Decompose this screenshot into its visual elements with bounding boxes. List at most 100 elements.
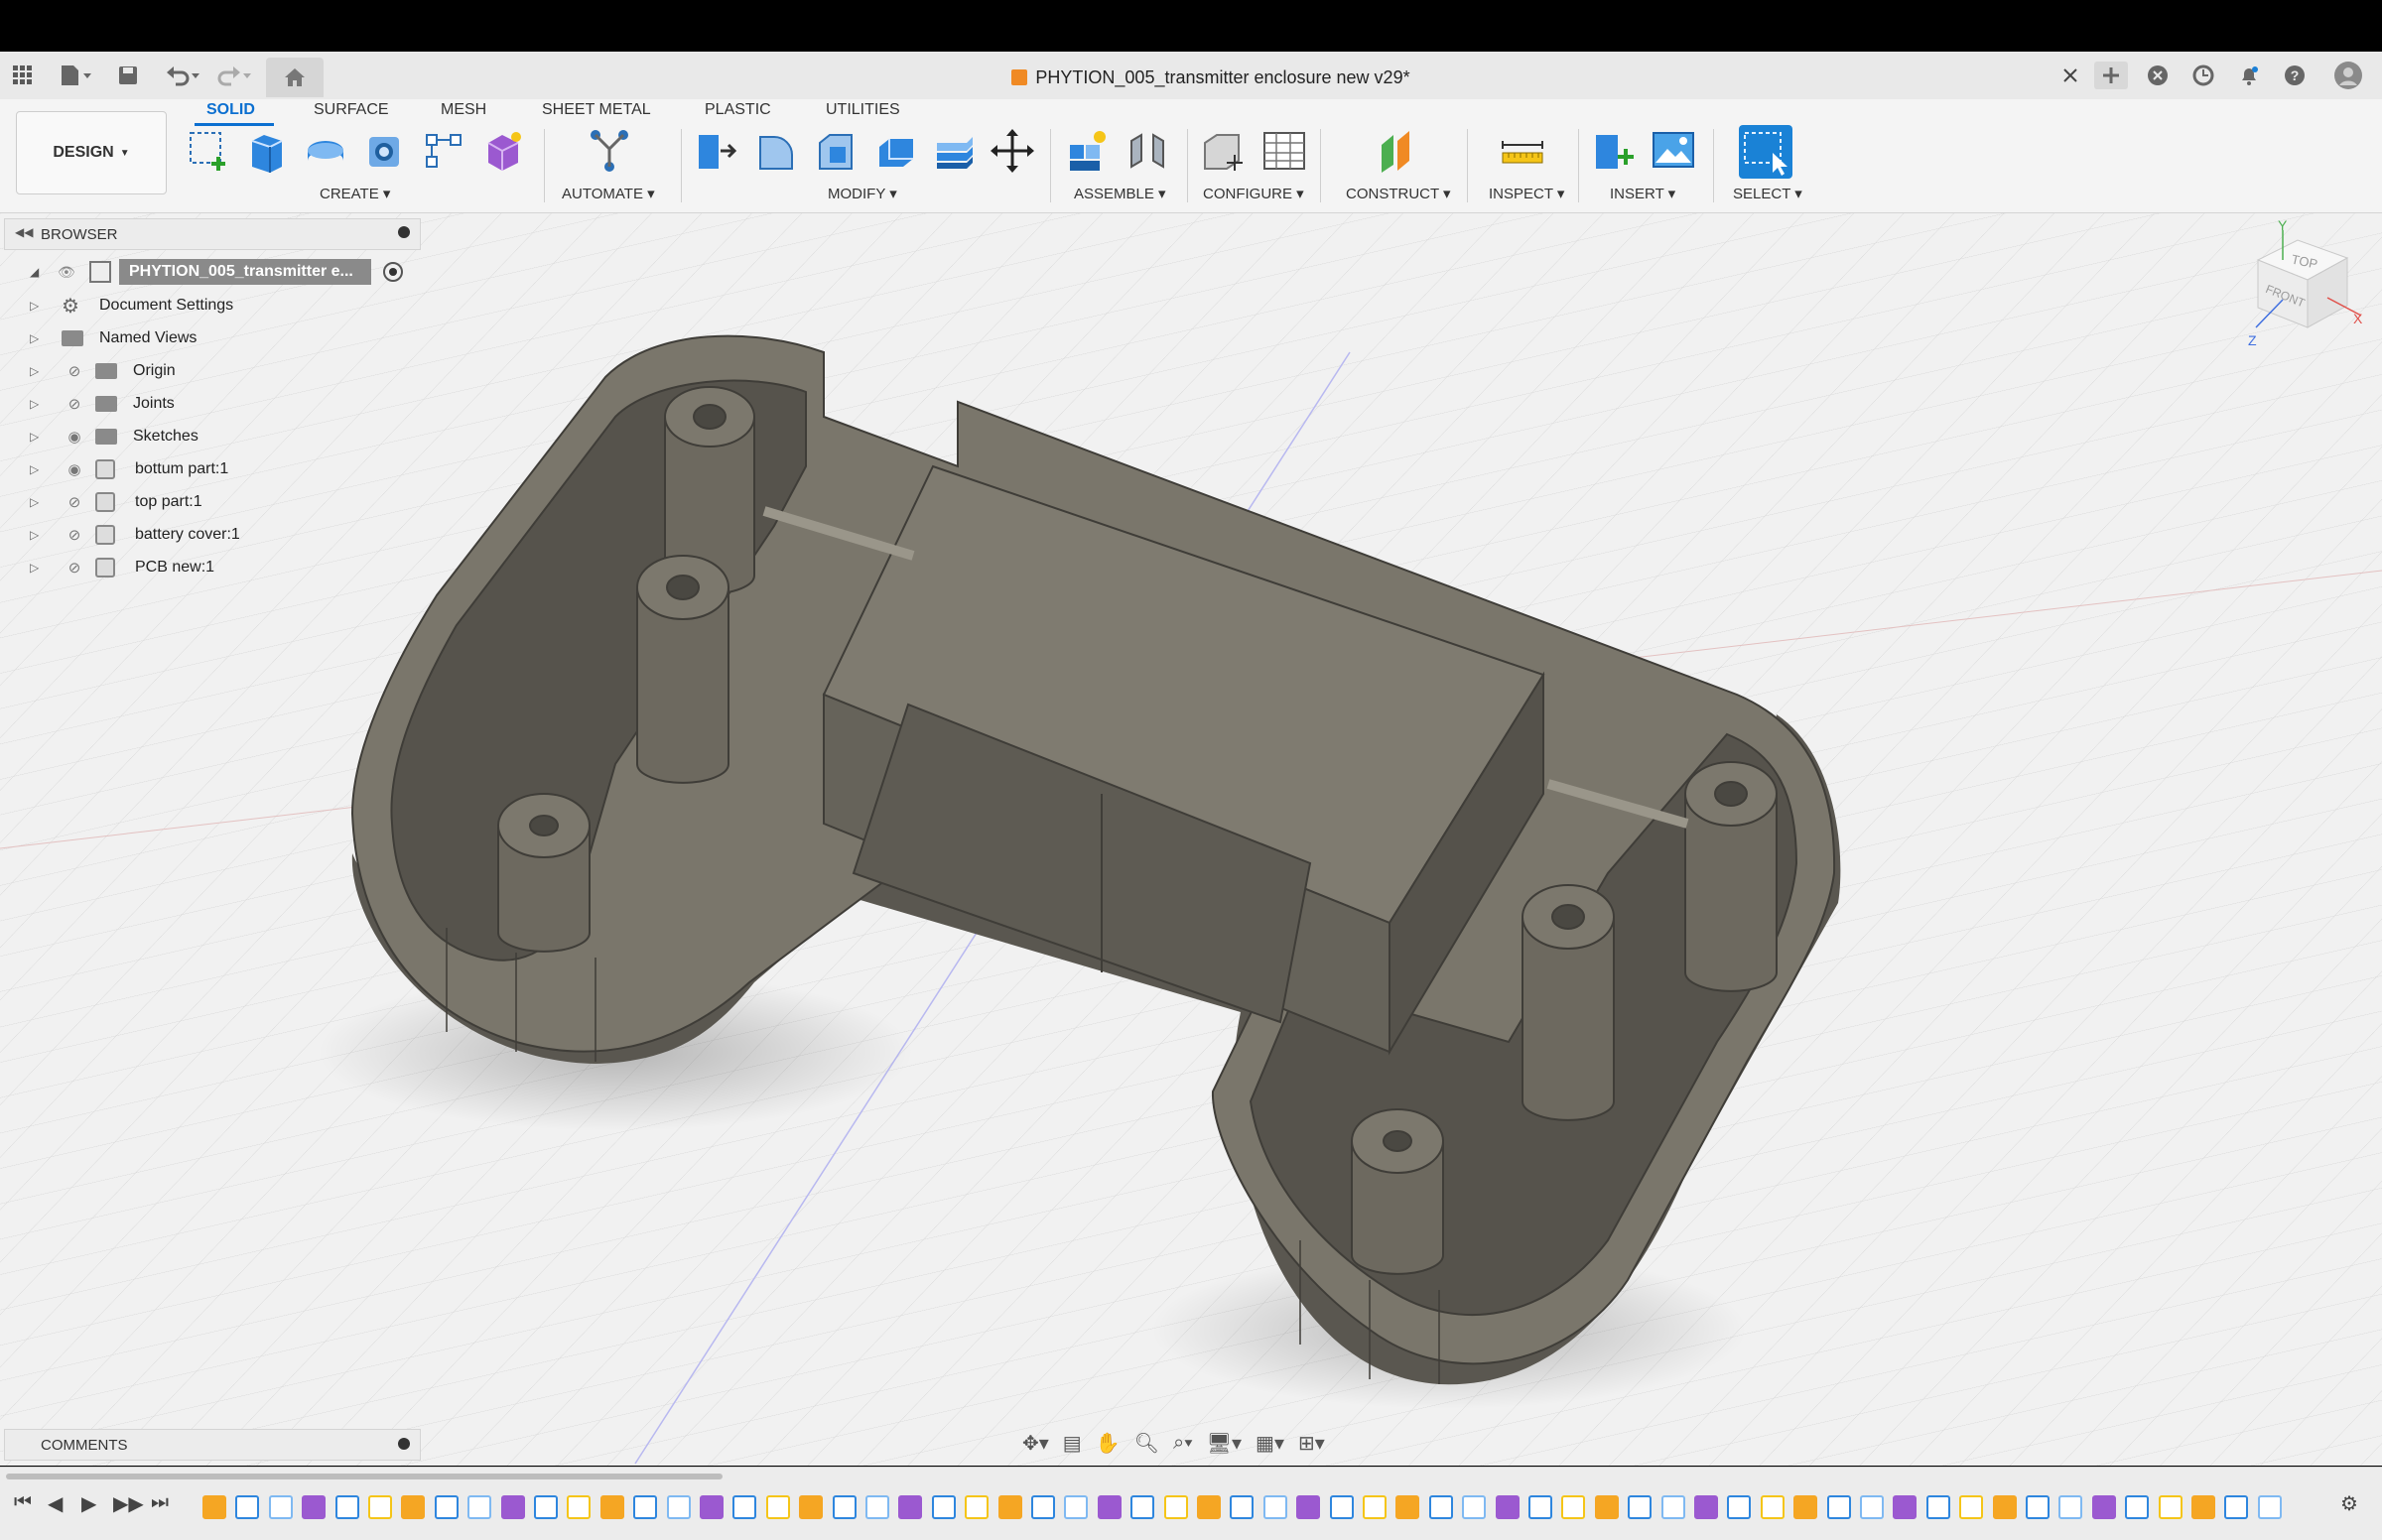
eye-icon[interactable]: ◉ xyxy=(62,460,87,478)
viewcube[interactable]: TOP FRONT Y X Z xyxy=(2238,220,2367,369)
activate-radio-icon[interactable] xyxy=(383,262,403,282)
add-comment-icon[interactable] xyxy=(398,1438,410,1450)
notifications-icon[interactable] xyxy=(2235,62,2263,89)
combine-icon[interactable] xyxy=(933,127,977,175)
shell-body-icon[interactable] xyxy=(873,127,917,175)
shell-icon[interactable] xyxy=(363,127,407,175)
group-automate[interactable]: AUTOMATE ▾ xyxy=(562,185,655,202)
create-form-icon[interactable] xyxy=(482,127,526,175)
group-modify[interactable]: MODIFY ▾ xyxy=(828,185,897,202)
pin-panel-icon[interactable] xyxy=(398,226,410,238)
timeline-feature-icon[interactable] xyxy=(368,1495,392,1519)
move-copy-icon[interactable] xyxy=(991,127,1034,175)
timeline-feature-icon[interactable] xyxy=(2224,1495,2249,1519)
canvas-viewport[interactable]: TOP FRONT Y X Z xyxy=(0,213,2382,1466)
timeline-feature-icon[interactable] xyxy=(2191,1495,2215,1519)
timeline-feature-icon[interactable] xyxy=(1363,1495,1387,1519)
browser-root-item[interactable]: ◢ 👁 PHYTION_005_transmitter e... xyxy=(30,257,403,287)
avatar-icon[interactable] xyxy=(2332,62,2364,89)
timeline-feature-icon[interactable] xyxy=(2158,1495,2183,1519)
timeline-feature-icon[interactable] xyxy=(1760,1495,1785,1519)
browser-item-joints[interactable]: ▷ ⊘ Joints xyxy=(30,389,175,419)
caret-right-icon[interactable]: ▷ xyxy=(30,561,44,575)
insert-derive-icon[interactable] xyxy=(1592,127,1636,175)
tab-solid[interactable]: SOLID xyxy=(206,101,255,119)
save-icon[interactable] xyxy=(115,62,141,89)
timeline-feature-icon[interactable] xyxy=(1395,1495,1420,1519)
timeline-feature-icon[interactable] xyxy=(434,1495,459,1519)
timeline-feature-icon[interactable] xyxy=(2026,1495,2050,1519)
timeline-feature-icon[interactable] xyxy=(1793,1495,1818,1519)
browser-item-battery-cover[interactable]: ▷ ⊘ battery cover:1 xyxy=(30,520,240,550)
timeline-feature-icon[interactable] xyxy=(997,1495,1022,1519)
undo-icon[interactable] xyxy=(163,62,202,89)
group-select[interactable]: SELECT ▾ xyxy=(1733,185,1802,202)
step-forward-icon[interactable]: ▶▶ xyxy=(113,1491,144,1516)
caret-right-icon[interactable]: ▷ xyxy=(30,364,44,378)
caret-right-icon[interactable]: ▷ xyxy=(30,495,44,509)
timeline-feature-icon[interactable] xyxy=(599,1495,624,1519)
timeline-feature-icon[interactable] xyxy=(1163,1495,1188,1519)
viewports-icon[interactable]: ⊞▾ xyxy=(1298,1431,1325,1456)
new-component-icon[interactable] xyxy=(1066,127,1110,175)
group-insert[interactable]: INSERT ▾ xyxy=(1610,185,1675,202)
timeline-feature-icon[interactable] xyxy=(898,1495,923,1519)
browser-item-document-settings[interactable]: ▷ ⚙ Document Settings xyxy=(30,291,233,321)
browser-item-origin[interactable]: ▷ ⊘ Origin xyxy=(30,356,176,386)
display-settings-icon[interactable]: 🖥︎▾ xyxy=(1207,1431,1242,1456)
job-status-icon[interactable] xyxy=(2189,62,2217,89)
help-icon[interactable]: ? xyxy=(2281,62,2309,89)
file-icon[interactable] xyxy=(56,62,95,89)
pan-icon[interactable]: ✋ xyxy=(1096,1431,1121,1456)
derive-icon[interactable] xyxy=(423,127,466,175)
select-icon[interactable] xyxy=(1739,125,1792,179)
group-assemble[interactable]: ASSEMBLE ▾ xyxy=(1074,185,1166,202)
timeline-feature-icon[interactable] xyxy=(1959,1495,1984,1519)
timeline-feature-icon[interactable] xyxy=(401,1495,426,1519)
eye-hidden-icon[interactable]: ⊘ xyxy=(62,559,87,577)
timeline-feature-icon[interactable] xyxy=(633,1495,658,1519)
timeline-feature-icon[interactable] xyxy=(1064,1495,1089,1519)
redo-icon[interactable] xyxy=(214,62,254,89)
close-tab-icon[interactable] xyxy=(2058,62,2082,89)
timeline-feature-icon[interactable] xyxy=(202,1495,226,1519)
timeline-feature-icon[interactable] xyxy=(1197,1495,1221,1519)
caret-right-icon[interactable]: ▷ xyxy=(30,528,44,542)
play-icon[interactable]: ▶ xyxy=(81,1491,96,1516)
timeline-feature-icon[interactable] xyxy=(534,1495,558,1519)
eye-hidden-icon[interactable]: ⊘ xyxy=(62,362,87,380)
timeline-feature-icon[interactable] xyxy=(1860,1495,1884,1519)
browser-item-named-views[interactable]: ▷ Named Views xyxy=(30,323,197,353)
timeline-feature-icon[interactable] xyxy=(1495,1495,1520,1519)
timeline-feature-icon[interactable] xyxy=(1727,1495,1752,1519)
joint-icon[interactable] xyxy=(1125,127,1169,175)
browser-item-sketches[interactable]: ▷ ◉ Sketches xyxy=(30,422,198,451)
timeline-feature-icon[interactable] xyxy=(1528,1495,1552,1519)
timeline-feature-icon[interactable] xyxy=(732,1495,757,1519)
fit-icon[interactable]: ⌕▾ xyxy=(1173,1432,1193,1455)
browser-item-top-part[interactable]: ▷ ⊘ top part:1 xyxy=(30,487,202,517)
timeline-feature-icon[interactable] xyxy=(1031,1495,1055,1519)
press-pull-icon[interactable] xyxy=(695,127,738,175)
timeline-feature-icon[interactable] xyxy=(1992,1495,2017,1519)
timeline-feature-icon[interactable] xyxy=(1893,1495,1918,1519)
timeline-scrollbar[interactable] xyxy=(6,1474,723,1479)
timeline-feature-icon[interactable] xyxy=(2058,1495,2083,1519)
insert-canvas-icon[interactable] xyxy=(1652,127,1695,175)
tab-utilities[interactable]: UTILITIES xyxy=(826,101,900,119)
create-sketch-icon[interactable] xyxy=(187,127,230,175)
timeline-feature-icon[interactable] xyxy=(1130,1495,1155,1519)
configure-icon[interactable] xyxy=(1201,127,1245,175)
revolve-icon[interactable] xyxy=(304,127,347,175)
collapse-panel-icon[interactable]: ◀◀ xyxy=(15,225,33,239)
timeline-feature-icon[interactable] xyxy=(765,1495,790,1519)
browser-panel-header[interactable]: ◀◀ BROWSER xyxy=(4,218,421,250)
timeline-feature-icon[interactable] xyxy=(235,1495,260,1519)
timeline-feature-icon[interactable] xyxy=(567,1495,592,1519)
eye-icon[interactable]: 👁 xyxy=(58,264,81,281)
timeline-feature-icon[interactable] xyxy=(268,1495,293,1519)
enclosure-model[interactable] xyxy=(0,213,2382,1466)
eye-icon[interactable]: ◉ xyxy=(62,428,87,446)
timeline-feature-icon[interactable] xyxy=(931,1495,956,1519)
tab-mesh[interactable]: MESH xyxy=(441,101,486,119)
